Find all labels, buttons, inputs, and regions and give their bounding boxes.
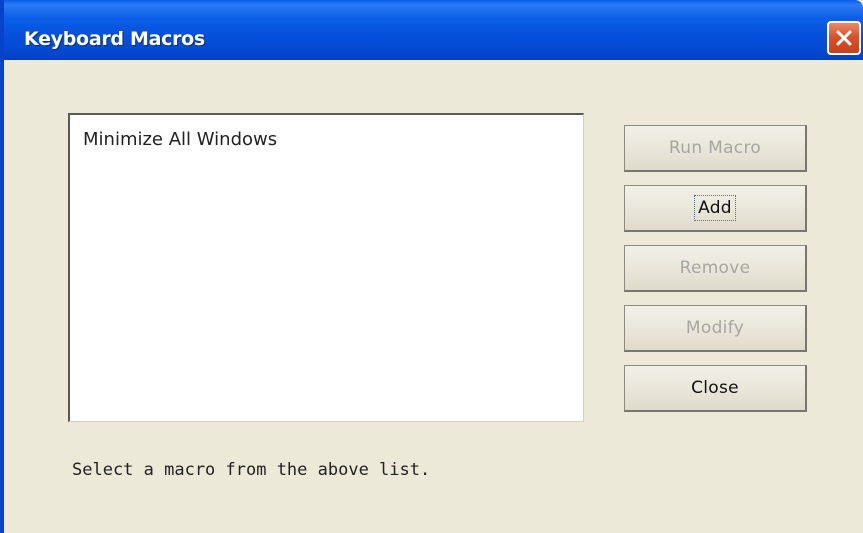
keyboard-macros-dialog: Keyboard Macros Minimize All Windows Run… <box>0 0 863 533</box>
window-title: Keyboard Macros <box>24 28 205 50</box>
list-item[interactable]: Minimize All Windows <box>83 129 277 150</box>
close-icon <box>836 30 852 46</box>
close-window-button[interactable] <box>827 21 861 55</box>
title-bar[interactable]: Keyboard Macros <box>4 0 863 60</box>
status-text: Select a macro from the above list. <box>72 460 431 480</box>
macro-listbox[interactable]: Minimize All Windows <box>68 113 584 422</box>
run-macro-button[interactable]: Run Macro <box>624 125 807 172</box>
add-button[interactable]: Add <box>624 185 807 232</box>
remove-button[interactable]: Remove <box>624 245 807 292</box>
modify-button[interactable]: Modify <box>624 305 807 352</box>
close-button[interactable]: Close <box>624 365 807 412</box>
add-button-label: Add <box>694 195 736 221</box>
